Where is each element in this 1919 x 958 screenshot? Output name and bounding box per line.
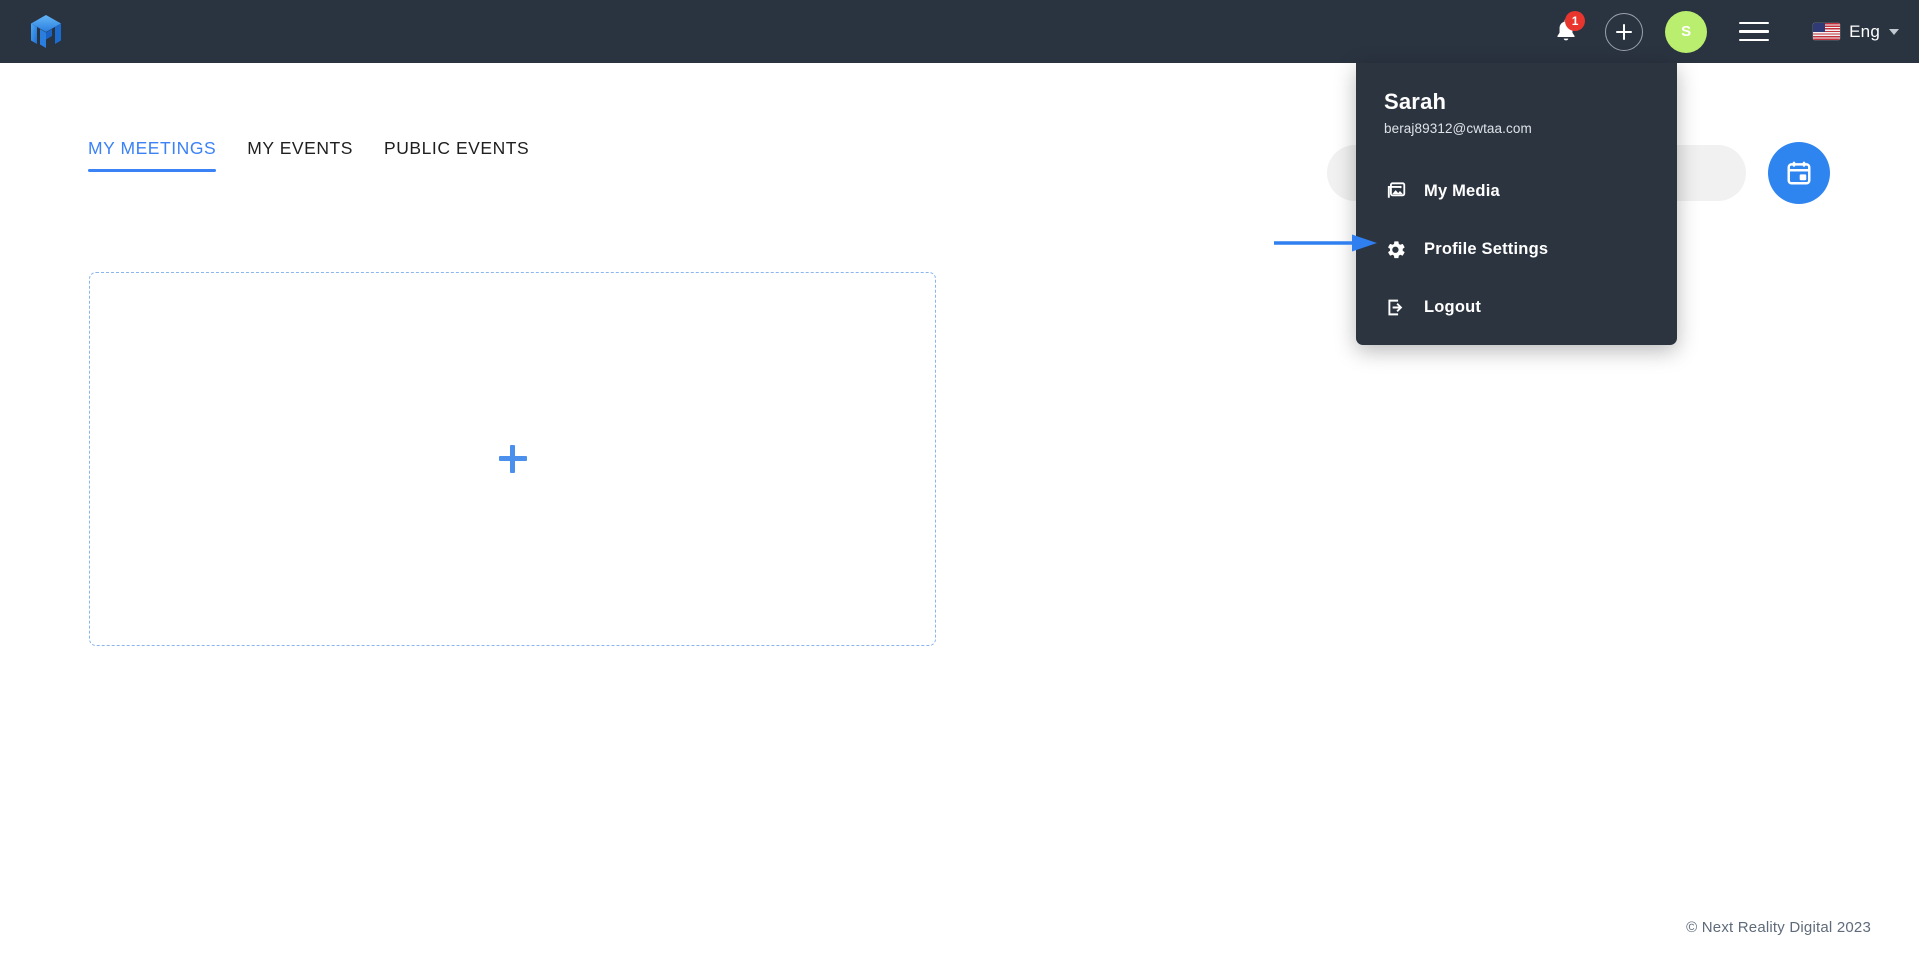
user-avatar[interactable]: S: [1665, 10, 1708, 53]
user-menu-items: My Media Profile Settings Logout: [1356, 162, 1677, 336]
hamburger-icon-bar: [1739, 30, 1770, 33]
app-root: 1 S Eng MY MEETINGS MY EVENTS PUBLIC EVE…: [0, 0, 1919, 958]
cube-logo-icon: [31, 15, 61, 48]
main-menu-button[interactable]: [1737, 15, 1771, 49]
top-header: 1 S Eng: [0, 0, 1919, 63]
hamburger-icon-bar: [1739, 38, 1770, 42]
notification-badge: 1: [1565, 10, 1586, 31]
menu-item-logout[interactable]: Logout: [1356, 278, 1677, 336]
language-label: Eng: [1849, 21, 1880, 41]
menu-item-profile-settings[interactable]: Profile Settings: [1356, 220, 1677, 278]
menu-item-my-media[interactable]: My Media: [1356, 162, 1677, 220]
chevron-down-icon: [1889, 28, 1899, 35]
user-name: Sarah: [1384, 89, 1447, 114]
image-stack-icon: [1384, 180, 1406, 202]
plus-icon: [498, 445, 527, 473]
content-tabs: MY MEETINGS MY EVENTS PUBLIC EVENTS: [88, 138, 529, 172]
menu-item-label: Logout: [1424, 297, 1482, 316]
tab-my-meetings[interactable]: MY MEETINGS: [88, 138, 217, 172]
menu-item-label: Profile Settings: [1424, 239, 1549, 258]
logout-icon: [1384, 296, 1406, 318]
header-actions: 1 S Eng: [1543, 0, 1903, 63]
tab-my-events[interactable]: MY EVENTS: [247, 138, 353, 172]
menu-item-label: My Media: [1424, 181, 1500, 200]
app-logo[interactable]: [20, 6, 72, 58]
calendar-view-button[interactable]: [1768, 142, 1830, 204]
gear-icon: [1384, 238, 1406, 260]
hamburger-icon-bar: [1739, 21, 1770, 25]
plus-icon: [1616, 23, 1633, 40]
notifications-button[interactable]: 1: [1543, 9, 1589, 55]
language-selector[interactable]: Eng: [1813, 22, 1903, 42]
footer-copyright: © Next Reality Digital 2023: [1686, 919, 1871, 936]
tab-public-events[interactable]: PUBLIC EVENTS: [384, 138, 529, 172]
user-email: beraj89312@cwtaa.com: [1384, 121, 1532, 136]
add-meeting-card[interactable]: [89, 272, 936, 646]
create-button[interactable]: [1605, 12, 1644, 51]
user-menu-dropdown: Sarah beraj89312@cwtaa.com My Media Prof…: [1356, 63, 1677, 345]
us-flag-icon: [1813, 23, 1841, 40]
calendar-icon: [1787, 161, 1811, 185]
